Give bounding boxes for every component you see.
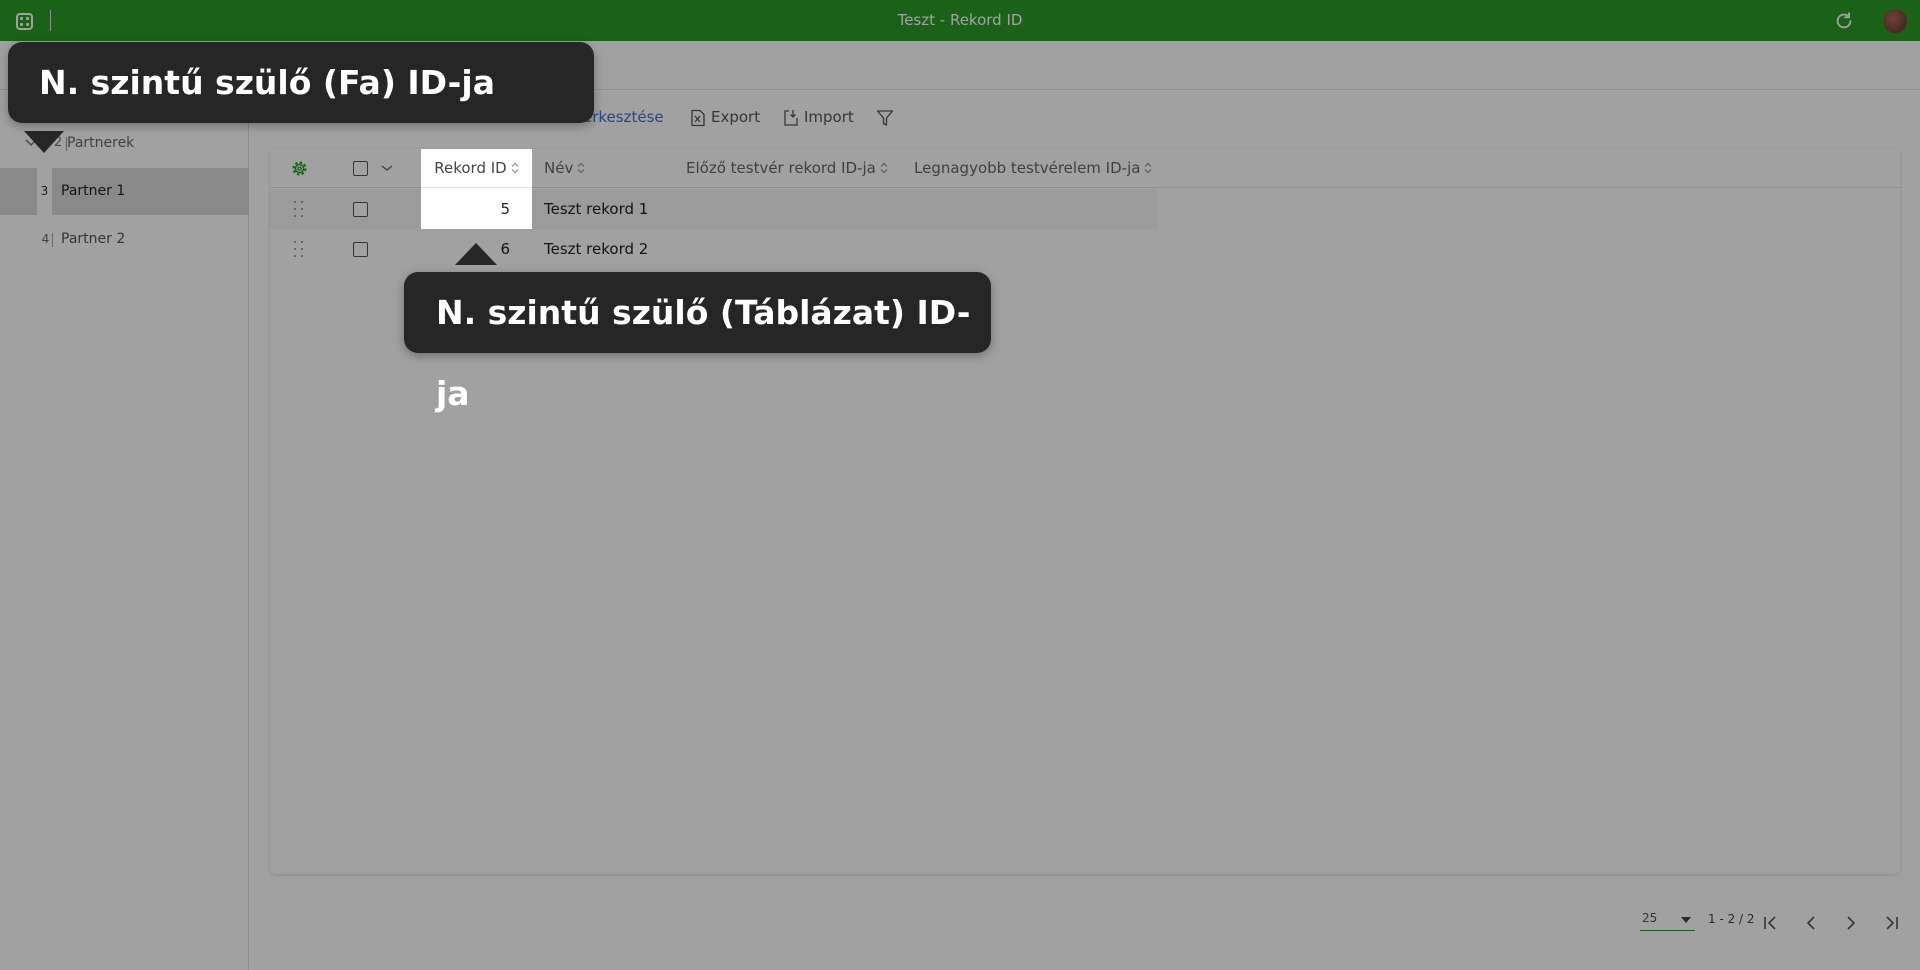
refresh-icon[interactable] — [1833, 10, 1855, 32]
highlighted-column: Rekord ID 5 — [421, 149, 532, 229]
data-table: Rekord ID Név Előző testvér rekord ID-ja… — [270, 149, 1900, 874]
highlighted-cell-value: 5 — [500, 200, 510, 218]
table-row[interactable]: 6 Teszt rekord 2 — [270, 229, 1157, 269]
tree-root-label: Partnerek — [67, 135, 135, 151]
row-checkbox[interactable] — [353, 202, 368, 217]
tree-item-id: 4 — [41, 232, 50, 246]
import-label: Import — [804, 108, 854, 126]
drag-handle-icon[interactable] — [294, 201, 304, 219]
tooltip-tree-arrow — [24, 131, 64, 153]
first-page-icon[interactable] — [1761, 913, 1781, 933]
export-button[interactable]: Export — [689, 103, 760, 131]
cell-nev: Teszt rekord 1 — [544, 200, 649, 218]
tooltip-table: N. szintű szülő (Táblázat) ID-ja — [404, 272, 991, 413]
pagination-range: 1 - 2 / 2 — [1708, 912, 1755, 926]
column-header-previous-sibling-id[interactable]: Előző testvér rekord ID-ja — [686, 149, 888, 188]
column-header-label: Előző testvér rekord ID-ja — [686, 159, 876, 177]
column-header-label: Név — [544, 159, 574, 177]
import-button[interactable]: Import — [782, 103, 854, 131]
sort-icon — [511, 162, 519, 173]
column-header-label: Rekord ID — [434, 159, 507, 177]
table-row[interactable]: 5 Teszt rekord 1 — [270, 189, 1157, 229]
edit-button[interactable]: erkesztése — [583, 103, 664, 131]
filter-icon — [876, 109, 894, 126]
column-header-largest-sibling-id[interactable]: Legnagyobb testvérelem ID-ja — [914, 149, 1152, 188]
sort-icon — [577, 162, 585, 173]
tree-item-id: 3 — [37, 168, 52, 215]
window-title: Teszt - Rekord ID — [897, 11, 1023, 29]
previous-page-icon[interactable] — [1801, 913, 1821, 933]
export-label: Export — [711, 108, 761, 126]
title-bar: Teszt - Rekord ID — [0, 0, 1920, 41]
column-header-nev[interactable]: Név — [544, 149, 585, 188]
avatar[interactable] — [1883, 9, 1907, 33]
tree-item-partner-1[interactable]: 3 Partner 1 — [0, 168, 249, 215]
drag-handle-icon[interactable] — [294, 241, 304, 259]
highlighted-column-header: Rekord ID — [421, 149, 532, 188]
filter-button[interactable] — [876, 103, 898, 131]
tree-item-partner-2[interactable]: 4 Partner 2 — [0, 216, 249, 263]
chevron-down-icon[interactable] — [381, 163, 393, 173]
next-page-icon[interactable] — [1841, 913, 1861, 933]
column-header-label: Legnagyobb testvérelem ID-ja — [914, 159, 1141, 177]
excel-export-icon — [691, 109, 705, 126]
cell-nev: Teszt rekord 2 — [544, 240, 649, 258]
tree-panel: 2 Partnerek 3 Partner 1 4 Partner 2 — [0, 90, 249, 970]
tree-item-label: Partner 1 — [61, 183, 126, 199]
sort-icon — [880, 162, 888, 173]
row-checkbox[interactable] — [353, 242, 368, 257]
last-page-icon[interactable] — [1881, 913, 1901, 933]
caret-down-icon — [1681, 917, 1691, 923]
sort-icon — [1145, 162, 1152, 173]
tree-id-separator — [52, 233, 53, 247]
gear-icon[interactable] — [290, 159, 309, 178]
import-icon — [784, 109, 798, 126]
select-all-checkbox[interactable] — [353, 161, 368, 176]
tooltip-tree: N. szintű szülő (Fa) ID-ja — [8, 42, 594, 123]
tooltip-table-arrow — [455, 243, 497, 265]
tree-item-label: Partner 2 — [61, 231, 126, 247]
